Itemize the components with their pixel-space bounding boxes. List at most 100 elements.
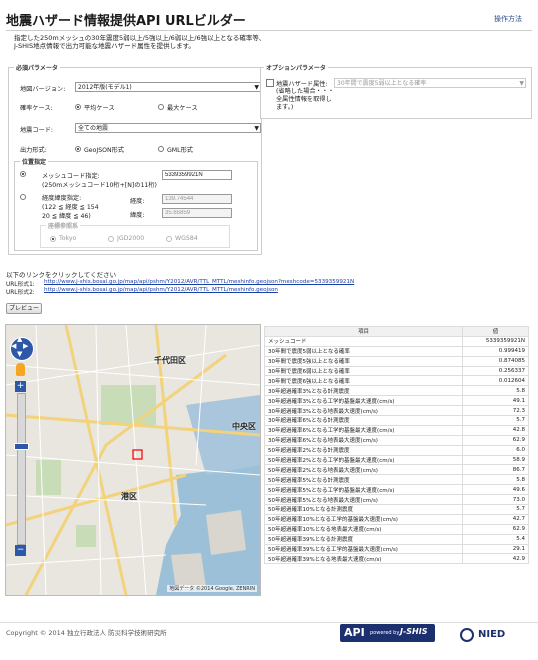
quake-code-select[interactable]: 全ての地震 ▼	[75, 123, 261, 133]
url2-link[interactable]: http://www.j-shis.bosai.go.jp/map/api/ps…	[44, 287, 278, 293]
api-badge[interactable]: API powered by J-SHIS	[340, 624, 435, 642]
attr-select[interactable]: 30年間で震度5弱以上となる確率 ▼	[334, 78, 526, 88]
row-value: 5.7	[462, 504, 529, 515]
mesh-radio[interactable]	[20, 171, 26, 177]
lonlat-radio[interactable]	[20, 194, 26, 200]
lat-input[interactable]	[162, 208, 232, 218]
case-radio-max[interactable]	[158, 104, 164, 110]
row-value: 49.1	[462, 395, 529, 407]
map-label-minato: 港区	[121, 492, 137, 501]
title-divider	[6, 30, 532, 31]
street-view-icon[interactable]	[16, 363, 25, 376]
mesh-hint: (250mメッシュコード10桁+[N]の11桁)	[42, 182, 157, 189]
preview-button[interactable]: プレビュー	[6, 303, 42, 314]
help-link[interactable]: 操作方法	[494, 14, 522, 24]
format-radio-geojson[interactable]	[75, 146, 81, 152]
park-area	[76, 525, 96, 547]
zoom-in-button[interactable]: +	[15, 381, 26, 392]
mesh-label: メッシュコード指定:	[42, 173, 100, 180]
format-label: 出力形式:	[20, 147, 47, 154]
datum-radio-jgd2000[interactable]	[108, 236, 114, 242]
zoom-slider-handle[interactable]	[14, 443, 29, 450]
table-row: 30年間で震度6弱以上となる確率 0.256337	[264, 365, 529, 377]
mesh-code-input[interactable]	[162, 170, 232, 180]
table-row: 30年超過確率3%となる計測震度 5.8	[264, 385, 529, 397]
table-row: 30年間で震度5弱以上となる確率 0.999419	[264, 345, 529, 357]
table-row: 50年超過確率39%となる計測震度 5.4	[264, 533, 529, 545]
lat-label: 緯度:	[130, 212, 145, 219]
nied-label: NIED	[478, 629, 506, 640]
row-label: 30年超過確率6%となる工学的基盤最大速度(cm/s)	[264, 424, 463, 436]
map-label-chuo: 中央区	[232, 422, 256, 431]
jshis-label: J-SHIS	[400, 627, 428, 636]
lon-input[interactable]	[162, 194, 232, 204]
reclaimed-island	[206, 510, 246, 555]
optional-params-legend: オプションパラメータ	[264, 63, 328, 72]
version-select-value: 2012年版(モデル1)	[78, 84, 132, 91]
row-value: 5.8	[462, 385, 529, 397]
map-label-chiyoda: 千代田区	[154, 356, 186, 365]
row-value: 73.0	[462, 494, 529, 506]
table-row: 50年超過確率2%となる計測震度 6.0	[264, 444, 529, 456]
column-header: 項目	[264, 326, 463, 337]
case-option-average: 平均ケース	[84, 105, 115, 112]
lon-label: 経度:	[130, 198, 145, 205]
attr-select-value: 30年間で震度5弱以上となる確率	[337, 80, 427, 87]
description-line: J-SHIS地点情報で出力可能な地震ハザード属性を提供します。	[14, 42, 195, 50]
row-label: メッシュコード	[264, 335, 463, 347]
row-value: 62.9	[462, 523, 529, 535]
nied-mark-icon	[460, 628, 474, 642]
row-label: 50年超過確率39%となる工学的基盤最大速度(cm/s)	[264, 543, 463, 555]
map-credit: 地図データ ©2014 Google, ZENRIN	[167, 585, 257, 592]
table-row: メッシュコード 5339359921N	[264, 335, 529, 347]
url1-link[interactable]: http://www.j-shis.bosai.go.jp/map/api/ps…	[44, 279, 354, 285]
quake-code-label: 地震コード:	[20, 127, 54, 134]
format-radio-gml[interactable]	[158, 146, 164, 152]
row-value: 0.874085	[462, 355, 529, 367]
api-label: API	[344, 626, 365, 639]
table-row: 50年超過確率10%となる計測震度 5.7	[264, 504, 529, 515]
datum-option-wgs84: WGS84	[175, 235, 198, 242]
version-label: 地図バージョン:	[20, 86, 66, 93]
attr-checkbox[interactable]	[266, 79, 274, 87]
row-value: 6.0	[462, 444, 529, 456]
row-label: 50年超過確率5%となる計測震度	[264, 474, 463, 486]
arrow-down-icon: ▼	[17, 350, 23, 358]
row-value: 72.3	[462, 405, 529, 417]
table-row: 50年超過確率5%となる工学的基盤最大速度(cm/s) 49.6	[264, 484, 529, 496]
row-value: 42.9	[462, 553, 529, 565]
table-row: 30年超過確率6%となる計測震度 5.7	[264, 415, 529, 426]
map-view[interactable]: 千代田区 中央区 港区 地図データ ©2014 Google, ZENRIN ▲…	[5, 324, 261, 596]
row-label: 50年超過確率5%となる工学的基盤最大速度(cm/s)	[264, 484, 463, 496]
zoom-slider[interactable]	[17, 393, 26, 545]
row-label: 30年超過確率3%となる計測震度	[264, 385, 463, 397]
footer-divider	[0, 622, 538, 623]
nied-logo: NIED	[460, 627, 520, 643]
imperial-palace-park	[101, 385, 156, 425]
row-value: 0.012604	[462, 375, 529, 387]
row-label: 50年超過確率2%となる地表最大速度(cm/s)	[264, 464, 463, 476]
version-select[interactable]: 2012年版(モデル1) ▼	[75, 82, 261, 92]
table-row: 30年超過確率6%となる地表最大速度(cm/s) 62.9	[264, 434, 529, 446]
datum-radio-tokyo[interactable]	[50, 236, 56, 242]
row-label: 30年間で震度5強以上となる確率	[264, 355, 463, 367]
required-params-legend: 必須パラメータ	[14, 63, 60, 72]
case-label: 確率ケース:	[20, 105, 53, 112]
arrow-up-icon: ▲	[17, 335, 23, 343]
lonlat-label: 経度緯度指定:	[42, 195, 82, 202]
table-header-row: 項目 値	[264, 326, 529, 337]
links-intro: 以下のリンクをクリックしてください	[6, 271, 117, 279]
datum-radio-wgs84[interactable]	[166, 236, 172, 242]
row-label: 30年超過確率3%となる工学的基盤最大速度(cm/s)	[264, 395, 463, 407]
format-option-gml: GML形式	[167, 147, 193, 154]
table-row: 30年間で震度5強以上となる確率 0.874085	[264, 355, 529, 367]
row-label: 50年超過確率5%となる地表最大速度(cm/s)	[264, 494, 463, 506]
case-radio-average[interactable]	[75, 104, 81, 110]
description-line: 指定した250mメッシュの30年震度5弱以上/5強以上/6弱以上/6強以上となる…	[14, 34, 266, 42]
column-header: 値	[462, 326, 529, 337]
datum-option-jgd2000: JGD2000	[117, 235, 145, 242]
row-value: 62.9	[462, 434, 529, 446]
row-value: 42.8	[462, 424, 529, 436]
zoom-out-button[interactable]: −	[15, 545, 26, 556]
row-value: 58.9	[462, 454, 529, 466]
